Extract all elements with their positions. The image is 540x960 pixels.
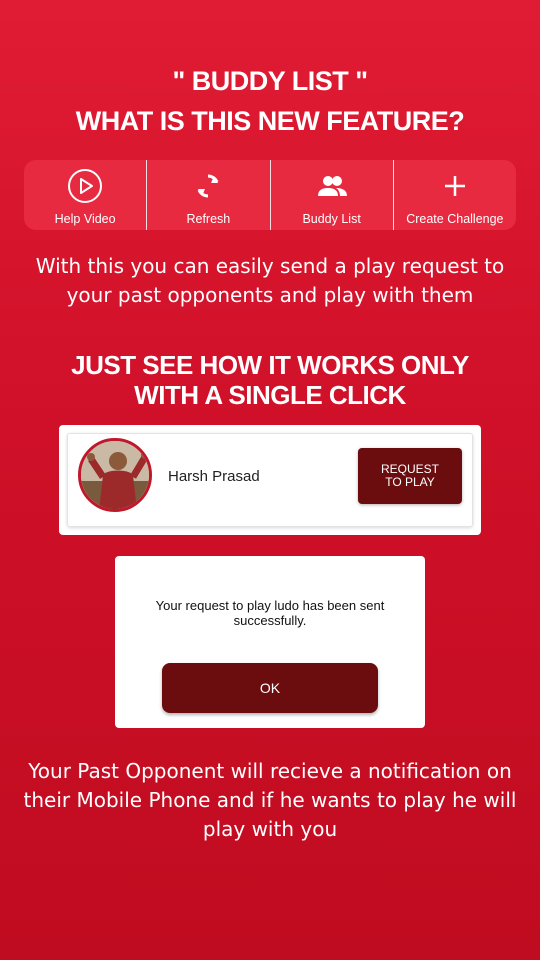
refresh-icon [198, 174, 219, 198]
help-video-label: Help Video [54, 212, 116, 226]
toolbar: Help Video Refresh Buddy List Create Cha… [24, 160, 516, 230]
avatar [78, 438, 152, 512]
buddy-list-item: Harsh Prasad REQUEST TO PLAY [67, 433, 473, 527]
create-challenge-button[interactable]: Create Challenge [394, 160, 516, 230]
help-video-button[interactable]: Help Video [24, 160, 148, 230]
section-title-line-2: WITH A SINGLE CLICK [134, 380, 406, 410]
section-title-line-1: JUST SEE HOW IT WORKS ONLY [71, 350, 469, 380]
avatar-photo [81, 441, 149, 509]
play-circle-icon [68, 169, 103, 203]
footer-text: Your Past Opponent will recieve a notifi… [23, 759, 517, 841]
ok-button[interactable]: OK [162, 663, 378, 713]
buddy-list-label: Buddy List [302, 212, 361, 226]
feature-title-line-1: " BUDDY LIST " [172, 66, 368, 96]
dialog-message: Your request to play ludo has been sent … [155, 598, 385, 628]
request-to-play-button[interactable]: REQUEST TO PLAY [358, 448, 462, 504]
refresh-button[interactable]: Refresh [147, 160, 271, 230]
buddy-card: Harsh Prasad REQUEST TO PLAY [59, 425, 481, 535]
feature-title-line-2: WHAT IS THIS NEW FEATURE? [75, 106, 465, 136]
confirmation-dialog: Your request to play ludo has been sent … [115, 556, 425, 728]
create-challenge-label: Create Challenge [406, 212, 504, 226]
intro-text: With this you can easily send a play req… [35, 254, 505, 307]
group-icon [317, 176, 347, 196]
buddy-list-button[interactable]: Buddy List [271, 160, 394, 230]
plus-icon [444, 176, 465, 196]
refresh-label: Refresh [186, 212, 231, 226]
buddy-name: Harsh Prasad [168, 468, 260, 485]
request-button-line-2: TO PLAY [385, 475, 435, 489]
